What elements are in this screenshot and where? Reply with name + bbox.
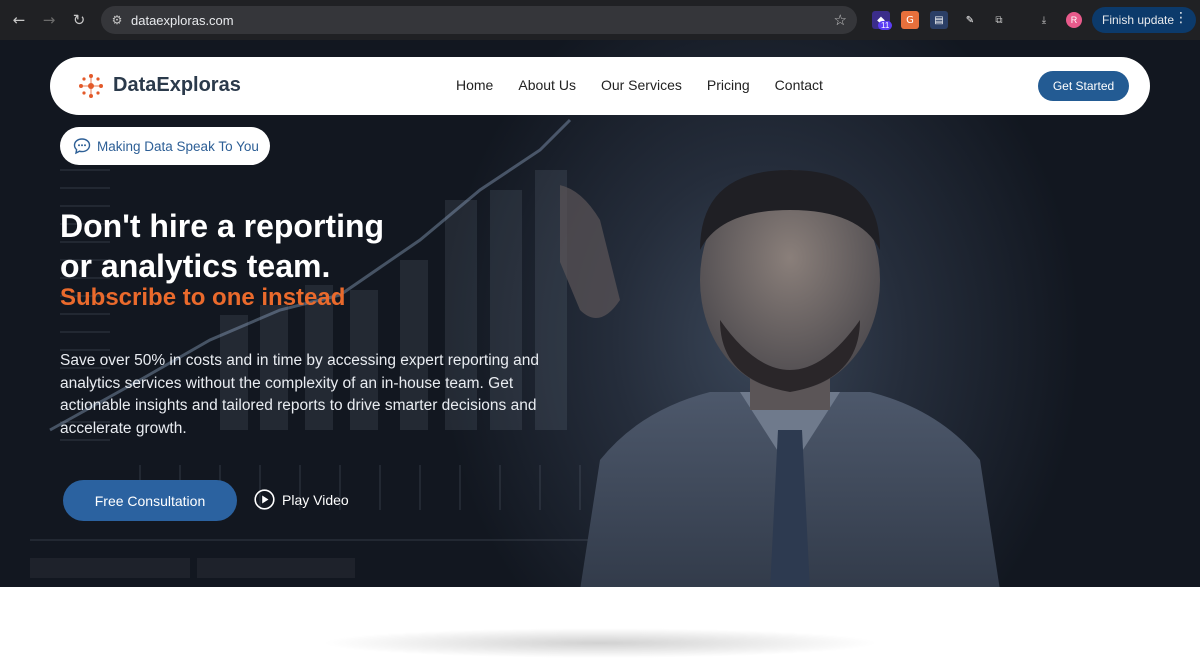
extensions-puzzle-icon[interactable]: ⧉ [990, 11, 1008, 29]
main-menu: Home About Us Our Services Pricing Conta… [456, 77, 823, 93]
nav-link-pricing[interactable]: Pricing [707, 77, 750, 93]
play-icon[interactable] [254, 489, 275, 510]
hero-subheadline: Subscribe to one instead [60, 284, 346, 311]
site-info-icon[interactable]: ⚙ [109, 12, 125, 28]
profile-initial: R [1070, 15, 1078, 25]
brand-name[interactable]: DataExploras [113, 74, 241, 97]
businessman-photo [560, 170, 1000, 587]
site-navbar: DataExploras Home About Us Our Services … [50, 57, 1150, 115]
back-icon[interactable]: ← [8, 9, 30, 31]
hero-headline-line-1: Don't hire a reporting [60, 208, 385, 244]
hero-description: Save over 50% in costs and in time by ac… [60, 352, 540, 437]
url-text[interactable]: dataexploras.com [131, 13, 234, 28]
address-bar[interactable]: ⚙ dataexploras.com ☆ [101, 6, 857, 34]
download-icon[interactable]: ⤓ [1035, 11, 1053, 29]
bookmark-star-icon[interactable]: ☆ [834, 11, 847, 29]
finish-update-button[interactable]: Finish update ⋮ [1092, 7, 1196, 33]
extension-pen-icon[interactable]: ✎ [961, 11, 979, 29]
extension-g-label: G [906, 14, 914, 26]
chat-bubble-icon [73, 138, 91, 155]
nav-link-our-services[interactable]: Our Services [601, 77, 682, 93]
next-section-shadow [320, 628, 880, 658]
nav-link-about-us[interactable]: About Us [518, 77, 576, 93]
hero-headline: Don't hire a reporting or analytics team… [60, 206, 580, 286]
reload-icon[interactable]: ↻ [68, 9, 90, 31]
finish-update-label: Finish update [1102, 13, 1175, 27]
nav-link-contact[interactable]: Contact [775, 77, 823, 93]
profile-avatar[interactable]: R [1066, 12, 1082, 28]
forward-icon[interactable]: → [38, 9, 60, 31]
nav-link-home[interactable]: Home [456, 77, 493, 93]
tagline-chip: Making Data Speak To You [60, 127, 270, 165]
extension-translate-icon[interactable]: ▤ [930, 11, 948, 29]
hero-headline-line-2: or analytics team. [60, 248, 331, 284]
play-video-link[interactable]: Play Video [254, 489, 349, 510]
tagline-text: Making Data Speak To You [97, 138, 259, 154]
browser-toolbar: ← → ↻ ⚙ dataexploras.com ☆ ◆ 11 G ▤ ✎ ⧉ … [0, 0, 1200, 40]
dataexploras-logo-icon [79, 74, 103, 98]
free-consultation-button[interactable]: Free Consultation [63, 480, 237, 521]
extension-badge: 11 [878, 21, 893, 30]
get-started-button[interactable]: Get Started [1038, 71, 1129, 101]
menu-dots-icon[interactable]: ⋮ [1174, 10, 1188, 26]
extension-g-icon[interactable]: G [901, 11, 919, 29]
play-video-label[interactable]: Play Video [282, 492, 349, 508]
